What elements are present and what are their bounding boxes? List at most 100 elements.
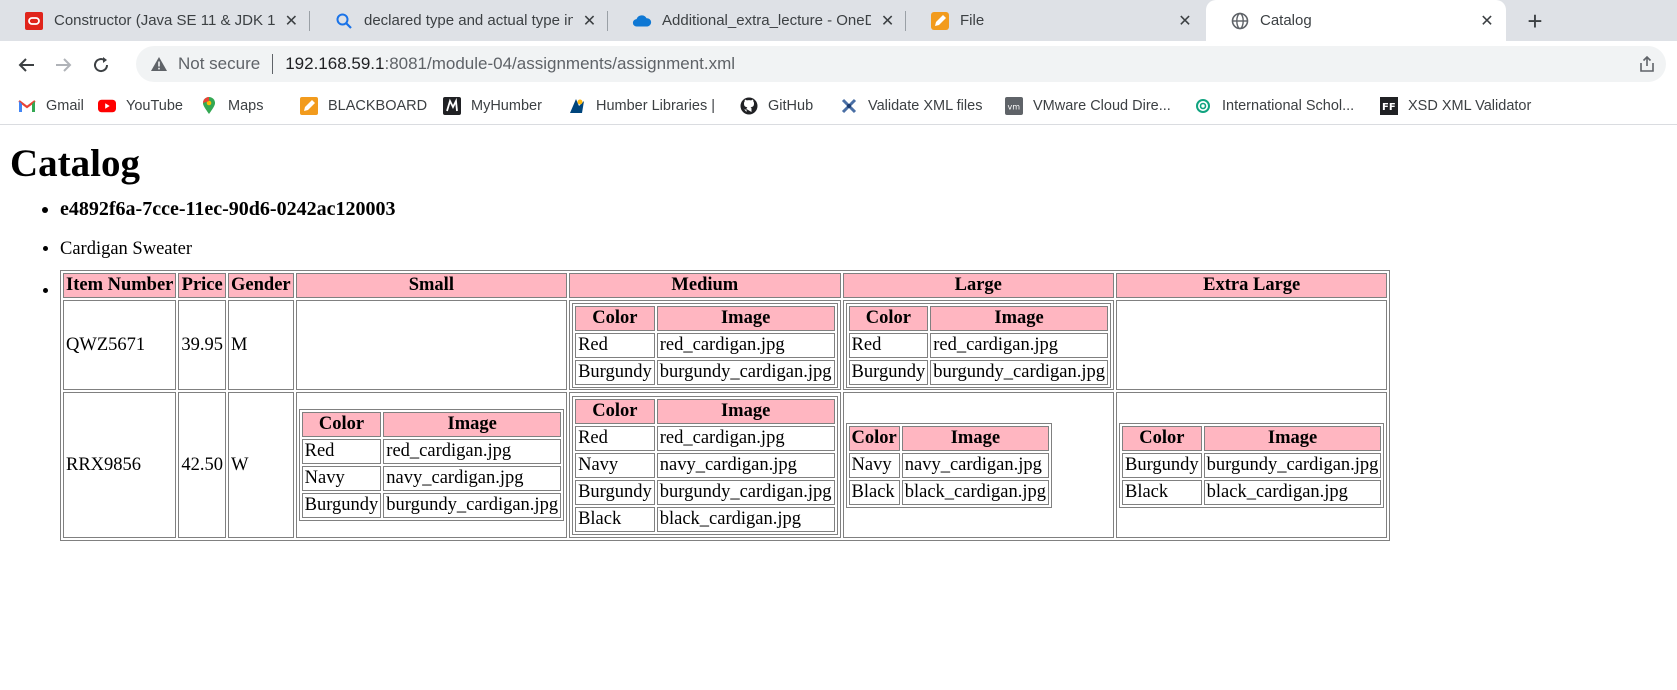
color-cell: Red bbox=[575, 332, 655, 358]
close-icon[interactable]: ✕ bbox=[581, 11, 598, 31]
humber-libraries-icon bbox=[568, 97, 586, 115]
page-title: Catalog bbox=[10, 142, 140, 185]
forward-button[interactable] bbox=[50, 52, 76, 78]
close-icon[interactable]: ✕ bbox=[1176, 11, 1194, 31]
header-medium: Medium bbox=[569, 273, 841, 298]
variant-header-row: Color Image bbox=[848, 425, 1050, 451]
image-header: Image bbox=[1203, 425, 1382, 451]
bookmark-label: BLACKBOARD bbox=[328, 98, 428, 114]
tab-title: Additional_extra_lecture - OneDri bbox=[662, 12, 872, 29]
bookmark-label: International Schol... bbox=[1222, 98, 1355, 114]
header-gender: Gender bbox=[228, 273, 294, 298]
variant-table: Color Image Burgundy burgundy_cardigan.jpg B… bbox=[1118, 422, 1385, 508]
maps-icon bbox=[200, 97, 218, 115]
color-header: Color bbox=[575, 305, 655, 331]
color-header: Color bbox=[301, 412, 382, 437]
color-cell: Black bbox=[1121, 479, 1202, 505]
bookmark-label: MyHumber bbox=[471, 98, 542, 114]
international-scholars-icon bbox=[1194, 97, 1212, 115]
color-cell: Black bbox=[575, 506, 655, 532]
bookmark-maps[interactable]: Maps bbox=[200, 97, 263, 115]
bookmark-myhumber[interactable]: MyHumber bbox=[443, 97, 542, 115]
bookmark-humber-libraries[interactable]: Humber Libraries | bbox=[568, 97, 715, 115]
omnibox-divider bbox=[272, 54, 274, 74]
svg-text:FF: FF bbox=[1382, 102, 1396, 113]
pencil-icon bbox=[930, 11, 950, 31]
image-file-cell: red_cardigan.jpg bbox=[656, 332, 835, 358]
image-header: Image bbox=[656, 305, 835, 331]
reload-button[interactable] bbox=[88, 52, 114, 78]
gmail-icon bbox=[18, 97, 36, 115]
bookmark-youtube[interactable]: YouTube bbox=[98, 97, 183, 115]
variant-row: Red red_cardigan.jpg bbox=[575, 332, 835, 358]
bookmark-label: XSD XML Validator bbox=[1408, 98, 1532, 114]
bookmark-validate-xml[interactable]: Validate XML files bbox=[840, 97, 982, 115]
url-path: :8081/module-04/assignments/assignment.x… bbox=[384, 54, 736, 73]
variant-header-row: Color Image bbox=[575, 398, 835, 424]
bookmark-xsd-validator[interactable]: FF XSD XML Validator bbox=[1380, 97, 1531, 115]
tab-onedrive[interactable]: Additional_extra_lecture - OneDri ✕ bbox=[608, 0, 906, 41]
variant-header-row: Color Image bbox=[301, 412, 562, 437]
reload-icon bbox=[94, 57, 109, 73]
tab-search[interactable]: declared type and actual type in j ✕ bbox=[310, 0, 608, 41]
image-header: Image bbox=[383, 412, 562, 437]
variant-table: Color Image Red red_cardigan.jpg Burgundy bur… bbox=[845, 302, 1111, 388]
warning-icon[interactable] bbox=[150, 56, 168, 72]
bookmark-vmware[interactable]: vm VMware Cloud Dire... bbox=[1005, 97, 1171, 115]
bookmark-label: Validate XML files bbox=[868, 98, 983, 114]
bookmark-blackboard[interactable]: BLACKBOARD bbox=[300, 97, 427, 115]
header-small: Small bbox=[295, 273, 568, 298]
bookmark-label: Gmail bbox=[46, 98, 84, 114]
table-header-row: Item Number Price Gender Small Medium La… bbox=[63, 273, 1388, 298]
close-icon[interactable]: ✕ bbox=[879, 11, 896, 31]
bookmark-international-scholars[interactable]: International Schol... bbox=[1194, 97, 1354, 115]
security-label[interactable]: Not secure bbox=[178, 54, 260, 74]
product-table-item: Item Number Price Gender Small Medium La… bbox=[60, 270, 1677, 541]
image-file-cell: burgundy_cardigan.jpg bbox=[930, 359, 1108, 385]
tab-title: Constructor (Java SE 11 & JDK 11 bbox=[54, 12, 275, 29]
page-content: Catalog e4892f6a-7cce-11ec-90d6-0242ac12… bbox=[0, 141, 1677, 541]
close-icon[interactable]: ✕ bbox=[283, 11, 300, 31]
bookmark-github[interactable]: GitHub bbox=[740, 97, 813, 115]
product-name: Cardigan Sweater bbox=[60, 239, 1677, 260]
tab-catalog[interactable]: Catalog ✕ bbox=[1206, 0, 1506, 41]
color-header: Color bbox=[1121, 425, 1202, 451]
new-tab-button[interactable]: + bbox=[1520, 6, 1550, 37]
onedrive-icon bbox=[632, 11, 652, 31]
image-header: Image bbox=[930, 305, 1108, 331]
tab-title: File bbox=[960, 12, 985, 29]
address-bar[interactable]: Not secure 192.168.59.1:8081/module-04/a… bbox=[136, 46, 1666, 82]
vmware-icon: vm bbox=[1005, 97, 1023, 115]
search-icon bbox=[334, 11, 354, 31]
header-item-number: Item Number bbox=[63, 273, 177, 298]
tab-file[interactable]: File ✕ bbox=[906, 0, 1204, 41]
share-icon[interactable] bbox=[1638, 55, 1656, 78]
arrow-left-icon bbox=[18, 58, 34, 72]
color-cell: Navy bbox=[301, 466, 382, 491]
tab-title: declared type and actual type in j bbox=[364, 12, 573, 29]
color-cell: Burgundy bbox=[301, 493, 382, 518]
back-button[interactable] bbox=[14, 52, 40, 78]
header-price: Price bbox=[178, 273, 227, 298]
color-cell: Burgundy bbox=[1121, 452, 1202, 478]
close-icon[interactable]: ✕ bbox=[1478, 11, 1496, 31]
variant-row: Burgundy burgundy_cardigan.jpg bbox=[301, 493, 562, 518]
variant-row: Navy navy_cardigan.jpg bbox=[848, 452, 1050, 478]
image-file-cell: red_cardigan.jpg bbox=[930, 332, 1108, 358]
image-file-cell: burgundy_cardigan.jpg bbox=[656, 479, 835, 505]
variant-table: Color Image Navy navy_cardigan.jpg Black blac… bbox=[845, 422, 1053, 508]
size-cell-extra-large: Color Image Burgundy burgundy_cardigan.jpg B… bbox=[1115, 392, 1388, 538]
tab-constructor[interactable]: Constructor (Java SE 11 & JDK 11 ✕ bbox=[0, 0, 310, 41]
color-header: Color bbox=[848, 425, 900, 451]
variant-row: Burgundy burgundy_cardigan.jpg bbox=[575, 479, 835, 505]
variant-row: Red red_cardigan.jpg bbox=[848, 332, 1108, 358]
image-file-cell: black_cardigan.jpg bbox=[1203, 479, 1382, 505]
table-row: RRX9856 42.50 W Color Image Red red_cardigan.j… bbox=[63, 392, 1388, 538]
bookmarks-bar: Gmail YouTube Maps BLACKBOARD MyHumber H… bbox=[0, 89, 1677, 125]
browser-toolbar: Not secure 192.168.59.1:8081/module-04/a… bbox=[0, 41, 1677, 89]
header-large: Large bbox=[842, 273, 1114, 298]
color-header: Color bbox=[575, 398, 655, 424]
size-cell-large: Color Image Red red_cardigan.jpg Burgundy bur… bbox=[842, 300, 1114, 390]
bookmark-gmail[interactable]: Gmail bbox=[18, 97, 84, 115]
oracle-icon bbox=[24, 11, 44, 31]
